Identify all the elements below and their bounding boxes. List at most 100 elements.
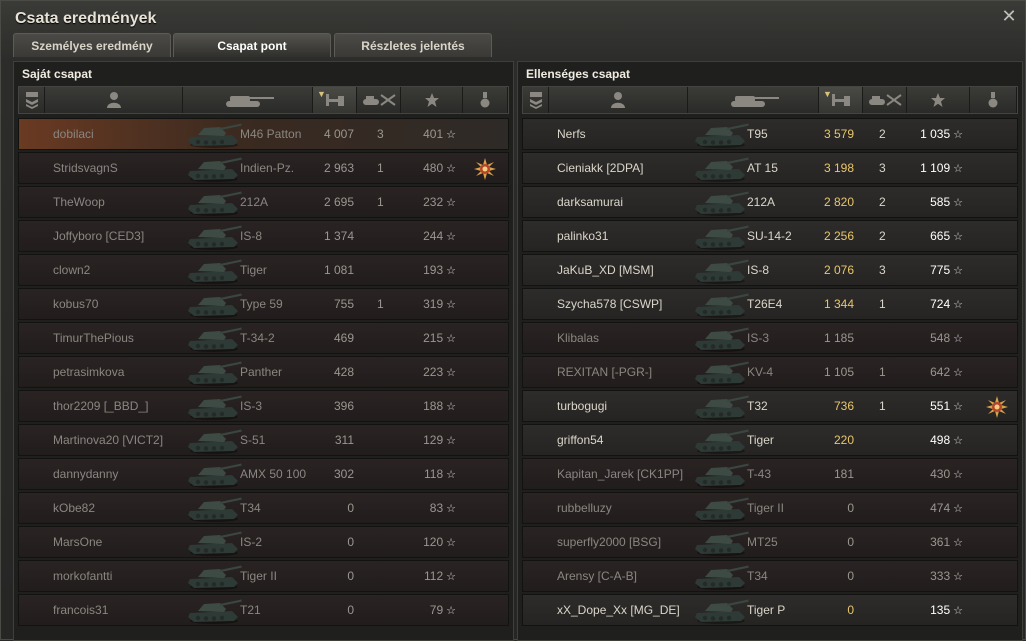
player-row[interactable]: StridsvagnS Indien-Pz. 2 963 1 480 ☆ — [18, 152, 509, 184]
column-player-header[interactable] — [45, 87, 183, 113]
kills-value: 1 — [377, 297, 384, 311]
column-damage-header[interactable]: ▼ — [819, 87, 863, 113]
player-row[interactable]: Cieniakk [2DPA] AT 15 3 198 3 1 109 ☆ — [522, 152, 1018, 184]
tank-name: IS-3 — [240, 399, 263, 413]
column-damage-header[interactable]: ▼ — [313, 87, 357, 113]
player-name: REXITAN [-PGR-] — [557, 365, 653, 379]
tank-icon — [691, 425, 751, 460]
kills-value: 2 — [879, 127, 886, 141]
damage-value: 2 695 — [323, 195, 354, 209]
tank-icon — [691, 187, 751, 222]
player-name: Nerfs — [557, 127, 586, 141]
close-icon[interactable]: ✕ — [999, 6, 1019, 26]
column-medal-header[interactable] — [970, 87, 1017, 113]
xp-star-icon: ☆ — [953, 265, 963, 277]
player-row[interactable]: TimurThePious T-34-2 469 215 ☆ — [18, 322, 509, 354]
player-row[interactable]: TheWoop 212A 2 695 1 232 ☆ — [18, 186, 509, 218]
player-name: Klibalas — [557, 331, 600, 345]
xp-value: 480 — [423, 161, 444, 175]
player-row[interactable]: Arensy [C-A-B] T34 0 333 ☆ — [522, 560, 1018, 592]
player-row[interactable]: Martinova20 [VICT2] S-51 311 129 ☆ — [18, 424, 509, 456]
player-row[interactable]: Klibalas IS-3 1 185 548 ☆ — [522, 322, 1018, 354]
player-row[interactable]: Joffyboro [CED3] IS-8 1 374 244 ☆ — [18, 220, 509, 252]
xp-star-icon: ☆ — [446, 537, 456, 549]
column-tank-header[interactable] — [688, 87, 819, 113]
column-kills-header[interactable] — [863, 87, 907, 113]
damage-value: 1 081 — [323, 263, 354, 277]
tank-icon — [184, 459, 244, 494]
tank-name: KV-4 — [747, 365, 774, 379]
xp-star-icon: ☆ — [953, 537, 963, 549]
player-row[interactable]: Nerfs T95 3 579 2 1 035 ☆ — [522, 118, 1018, 150]
damage-value: 1 344 — [823, 297, 854, 311]
tank-name: T32 — [747, 399, 768, 413]
damage-icon — [324, 92, 346, 108]
player-icon — [610, 91, 626, 109]
player-row[interactable]: superfly2000 [BSG] MT25 0 361 ☆ — [522, 526, 1018, 558]
xp-value: 232 — [423, 195, 444, 209]
player-name: Arensy [C-A-B] — [557, 569, 638, 583]
xp-star-icon: ☆ — [446, 435, 456, 447]
damage-value: 1 374 — [323, 229, 354, 243]
tank-icon — [184, 493, 244, 528]
tank-name: M46 Patton — [240, 127, 302, 141]
xp-cell: 724 ☆ — [930, 289, 963, 319]
xp-star-icon: ☆ — [446, 265, 456, 277]
damage-value: 0 — [847, 603, 854, 617]
player-row[interactable]: kObe82 T34 0 83 ☆ — [18, 492, 509, 524]
tab-team-score[interactable]: Csapat pont — [173, 33, 331, 57]
player-row[interactable]: petrasimkova Panther 428 223 ☆ — [18, 356, 509, 388]
player-row[interactable]: morkofantti Tiger II 0 112 ☆ — [18, 560, 509, 592]
xp-value: 112 — [423, 569, 444, 583]
player-row[interactable]: Szycha578 [CSWP] T26E4 1 344 1 724 ☆ — [522, 288, 1018, 320]
player-row[interactable]: turbogugi T32 736 1 551 ☆ — [522, 390, 1018, 422]
tab-personal-results[interactable]: Személyes eredmény — [13, 33, 171, 57]
kills-value: 3 — [879, 161, 886, 175]
xp-value: 319 — [423, 297, 444, 311]
player-row[interactable]: dobilaci M46 Patton 4 007 3 401 ☆ — [18, 118, 509, 150]
xp-star-icon: ☆ — [446, 333, 456, 345]
tank-icon — [184, 527, 244, 562]
player-name: Szycha578 [CSWP] — [557, 297, 663, 311]
player-row[interactable]: MarsOne IS-2 0 120 ☆ — [18, 526, 509, 558]
tank-name: 212A — [240, 195, 269, 209]
column-rank-header[interactable] — [19, 87, 45, 113]
column-kills-header[interactable] — [357, 87, 401, 113]
player-row[interactable]: thor2209 [_BBD_] IS-3 396 188 ☆ — [18, 390, 509, 422]
kills-value: 1 — [377, 161, 384, 175]
medal-icon[interactable] — [986, 396, 1008, 423]
column-medal-header[interactable] — [463, 87, 508, 113]
tank-icon — [691, 561, 751, 596]
column-tank-header[interactable] — [183, 87, 313, 113]
player-row[interactable]: dannydanny AMX 50 100 302 118 ☆ — [18, 458, 509, 490]
player-name: MarsOne — [53, 535, 103, 549]
player-row[interactable]: francois31 T21 0 79 ☆ — [18, 594, 509, 626]
tank-name: Tiger — [240, 263, 267, 277]
kills-icon — [867, 93, 903, 107]
player-row[interactable]: palinko31 SU-14-2 2 256 2 665 ☆ — [522, 220, 1018, 252]
player-row[interactable]: darksamurai 212A 2 820 2 585 ☆ — [522, 186, 1018, 218]
xp-cell: 223 ☆ — [423, 357, 456, 387]
damage-value: 0 — [847, 501, 854, 515]
column-xp-header[interactable] — [907, 87, 970, 113]
player-row[interactable]: clown2 Tiger 1 081 193 ☆ — [18, 254, 509, 286]
tank-name: T26E4 — [747, 297, 783, 311]
player-row[interactable]: xX_Dope_Xx [MG_DE] Tiger P 0 135 ☆ — [522, 594, 1018, 626]
player-name: palinko31 — [557, 229, 609, 243]
xp-value: 333 — [930, 569, 951, 583]
column-rank-header[interactable] — [523, 87, 549, 113]
player-row[interactable]: kobus70 Type 59 755 1 319 ☆ — [18, 288, 509, 320]
column-player-header[interactable] — [549, 87, 688, 113]
medal-icon[interactable] — [474, 158, 496, 185]
player-row[interactable]: griffon54 Tiger 220 498 ☆ — [522, 424, 1018, 456]
player-row[interactable]: JaKuB_XD [MSM] IS-8 2 076 3 775 ☆ — [522, 254, 1018, 286]
player-row[interactable]: Kapitan_Jarek [CK1PP] T-43 181 430 ☆ — [522, 458, 1018, 490]
tank-icon — [691, 221, 751, 256]
damage-value: 469 — [333, 331, 354, 345]
player-row[interactable]: REXITAN [-PGR-] KV-4 1 105 1 642 ☆ — [522, 356, 1018, 388]
tab-detailed-report[interactable]: Részletes jelentés — [334, 33, 492, 57]
player-row[interactable]: rubbelluzy Tiger II 0 474 ☆ — [522, 492, 1018, 524]
xp-value: 498 — [930, 433, 951, 447]
column-xp-header[interactable] — [401, 87, 463, 113]
xp-cell: 112 ☆ — [424, 561, 456, 591]
